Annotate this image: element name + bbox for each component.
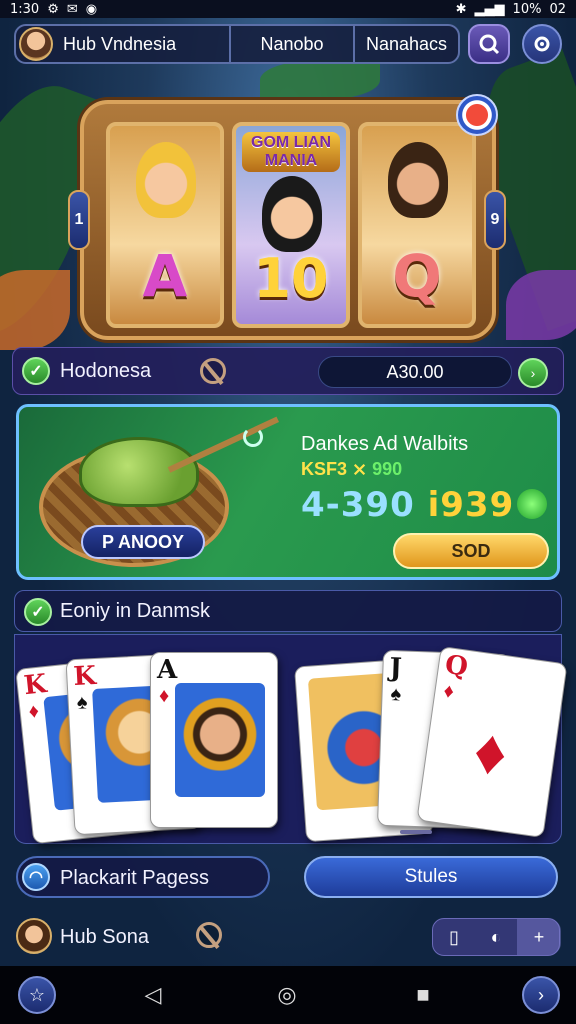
card-rank: Q [443,649,470,683]
card-rank: K [72,660,97,693]
reel-symbol: 10 [253,247,329,310]
card-suit: ♠ [390,683,402,706]
star-menu-button[interactable]: ☆ [18,976,56,1014]
avatar[interactable] [16,918,52,954]
system-nav-bar: ◁ ◎ ■ [0,966,576,1024]
foliage-decoration [506,270,576,340]
tool-icon[interactable] [196,922,222,948]
playing-card[interactable]: A ♦ [150,652,278,828]
card-rank: A [157,655,178,685]
bluetooth-icon: ✱ [455,1,467,17]
character-portrait [136,142,196,218]
forward-button[interactable]: › [522,976,560,1014]
card-suit: ♦ [442,679,456,704]
promo-amount: 4-390 i939 [301,485,514,525]
card-rank: K [22,669,49,702]
reel-symbol: A [142,242,188,310]
footer-username: Hub Sona [60,926,149,948]
card-suit: ♦ [27,699,41,723]
slot-left-tab[interactable]: 1 [68,190,90,250]
avatar[interactable] [19,27,53,61]
notification-icon: ✉ [66,1,78,17]
slot-right-tab[interactable]: 9 [484,190,506,250]
slot-machine[interactable]: A GOM LIAN MANIA 10 Q [80,100,496,340]
check-icon: ✓ [24,598,52,626]
promo-tag-button[interactable]: P ANOOY [81,525,205,559]
slot-reel: GOM LIAN MANIA 10 [232,122,350,328]
toggle-dot-icon[interactable]: ◐ [475,919,517,955]
card-center-suit: ♦ [469,713,512,790]
playing-card[interactable]: Q ♦ ♦ [416,645,568,839]
foliage-decoration [260,60,380,100]
slot-logo-banner: GOM LIAN MANIA [242,132,340,172]
promo-amount-b: i939 [427,485,515,525]
promo-subtitle: KSF3 ⨯ 990 [301,459,402,480]
tool-icon[interactable] [200,358,226,384]
settings-button[interactable] [522,24,562,64]
reel-symbol: Q [392,242,442,310]
fishing-rod-illustration [167,416,280,473]
card-suit: ♦ [159,685,170,707]
promo-action-button[interactable]: SOD [393,533,549,569]
notification-icon: ◉ [85,1,98,17]
recents-button[interactable]: ■ [408,980,438,1010]
signal-icon: ▂▄▆ [474,1,505,17]
star-icon: ☆ [28,984,46,1005]
copy-icon[interactable]: ▯ [433,919,475,955]
tab-nanahacs[interactable]: Nanahacs [353,26,458,62]
promo-card[interactable]: P ANOOY Dankes Ad Walbits KSF3 ⨯ 990 4-3… [16,404,560,580]
home-button[interactable]: ◎ [272,980,302,1010]
app-screen: 1:30 ⚙ ✉ ◉ ✱ ▂▄▆ 10% 02 Hub Vndnesia Nan… [0,0,576,1024]
slot-reel: A [106,122,224,328]
frog-illustration [79,437,199,507]
status-time: 1:30 [10,1,40,17]
promo-title: Dankes Ad Walbits [301,433,469,455]
status-clock: 02 [549,1,566,17]
hook-icon [243,427,263,447]
section-title: Eoniy in Danmsk [60,600,211,622]
check-icon: ✓ [22,357,50,385]
gear-icon [534,36,550,52]
card-rank: J [388,653,403,684]
status-bar: 1:30 ⚙ ✉ ◉ ✱ ▂▄▆ 10% 02 [0,0,576,18]
character-portrait [262,176,322,252]
record-icon[interactable] [456,94,498,136]
app-title[interactable]: Hub Vndnesia [53,26,229,62]
foliage-decoration [0,270,70,350]
styles-button[interactable]: Stules [304,856,558,898]
tab-nanobo[interactable]: Nanobo [229,26,353,62]
pages-button-label: Plackarit Pagess [60,867,209,889]
promo-sub-yellow: KSF3 ⨯ [301,459,368,479]
drag-handle[interactable] [400,830,432,834]
search-icon [479,34,500,55]
info-label: Hodonesa [60,360,152,382]
add-button[interactable]: + [517,919,561,955]
slot-reel: Q [358,122,476,328]
chat-icon: ◠ [22,863,50,891]
next-arrow-button[interactable]: › [518,358,548,388]
card-art [175,683,265,797]
green-gem-icon [517,489,547,519]
notification-icon: ⚙ [47,1,59,17]
control-group: ▯ ◐ + [432,918,561,956]
chevron-right-icon: › [538,984,544,1005]
character-portrait [388,142,448,218]
card-suit: ♠ [76,691,88,714]
battery-level: 10% [512,1,542,17]
amount-display[interactable]: A30.00 [318,356,512,388]
promo-amount-a: 4-390 [301,485,415,525]
top-nav-bar: Hub Vndnesia Nanobo Nanahacs [14,24,460,64]
search-button[interactable] [468,24,510,64]
back-button[interactable]: ◁ [138,980,168,1010]
promo-sub-green: 990 [372,459,403,479]
